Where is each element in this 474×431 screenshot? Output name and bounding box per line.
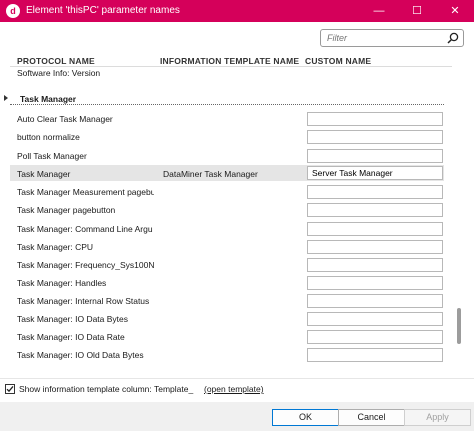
minimize-button[interactable]: —: [362, 0, 396, 22]
close-button[interactable]: ✕: [438, 0, 472, 22]
custom-name-input[interactable]: [307, 222, 443, 236]
custom-name-input[interactable]: [307, 240, 443, 254]
app-logo-icon: d: [6, 4, 20, 18]
table-row[interactable]: Task Manager pagebutton: [17, 205, 154, 215]
column-header-protocol-name[interactable]: PROTOCOL NAME: [17, 56, 95, 66]
custom-name-input[interactable]: [307, 312, 443, 326]
table-row[interactable]: Task Manager: IO Old Data Bytes: [17, 350, 154, 360]
information-template-value: DataMiner Task Manager: [163, 169, 258, 179]
table-row[interactable]: Task Manager: Handles: [17, 278, 154, 288]
custom-name-input[interactable]: [307, 166, 443, 180]
vertical-scrollbar[interactable]: [454, 66, 464, 376]
expand-arrow-icon[interactable]: [4, 95, 8, 101]
table-row[interactable]: Task Manager Measurement pagebu: [17, 187, 154, 197]
filter-input[interactable]: [321, 30, 445, 46]
custom-name-input[interactable]: [307, 258, 443, 272]
table-row-selected[interactable]: Task Manager: [17, 169, 154, 179]
checkmark-icon: [6, 385, 14, 393]
custom-name-input[interactable]: [307, 203, 443, 217]
header-divider: [10, 66, 452, 67]
scrollbar-thumb[interactable]: [457, 308, 461, 344]
list-bottom-divider: [0, 378, 474, 379]
window-title: Element 'thisPC' parameter names: [26, 5, 180, 16]
show-template-label[interactable]: Show information template column: Templa…: [19, 384, 193, 394]
filter-box: [320, 29, 464, 47]
column-header-custom-name[interactable]: CUSTOM NAME: [305, 56, 371, 66]
search-icon[interactable]: [447, 32, 459, 44]
table-row[interactable]: Task Manager: CPU: [17, 242, 154, 252]
group-label: Task Manager: [20, 94, 77, 104]
apply-button[interactable]: Apply: [404, 409, 471, 426]
show-template-checkbox[interactable]: [5, 384, 15, 394]
cancel-button[interactable]: Cancel: [338, 409, 405, 426]
custom-name-input[interactable]: [307, 276, 443, 290]
table-row[interactable]: Task Manager: Command Line Argu: [17, 224, 154, 234]
table-row[interactable]: Auto Clear Task Manager: [17, 114, 154, 124]
ok-button[interactable]: OK: [272, 409, 339, 426]
custom-name-input[interactable]: [307, 330, 443, 344]
custom-name-input[interactable]: [307, 185, 443, 199]
column-header-information-template-name[interactable]: INFORMATION TEMPLATE NAME: [160, 56, 299, 66]
title-bar: d Element 'thisPC' parameter names — ☐ ✕: [0, 0, 474, 22]
table-row[interactable]: Task Manager: Internal Row Status: [17, 296, 154, 306]
table-row[interactable]: Task Manager: IO Data Rate: [17, 332, 154, 342]
list-item[interactable]: Software Info: Version: [17, 68, 154, 78]
custom-name-input[interactable]: [307, 348, 443, 362]
custom-name-input[interactable]: [307, 112, 443, 126]
table-row[interactable]: Task Manager: IO Data Bytes: [17, 314, 154, 324]
table-row[interactable]: button normalize: [17, 132, 154, 142]
open-template-link[interactable]: (open template): [204, 384, 264, 394]
maximize-button[interactable]: ☐: [400, 0, 434, 22]
custom-name-input[interactable]: [307, 294, 443, 308]
custom-name-input[interactable]: [307, 130, 443, 144]
table-row[interactable]: Task Manager: Frequency_Sys100NS: [17, 260, 154, 270]
group-divider: [10, 104, 444, 105]
custom-name-input[interactable]: [307, 149, 443, 163]
table-row[interactable]: Poll Task Manager: [17, 151, 154, 161]
